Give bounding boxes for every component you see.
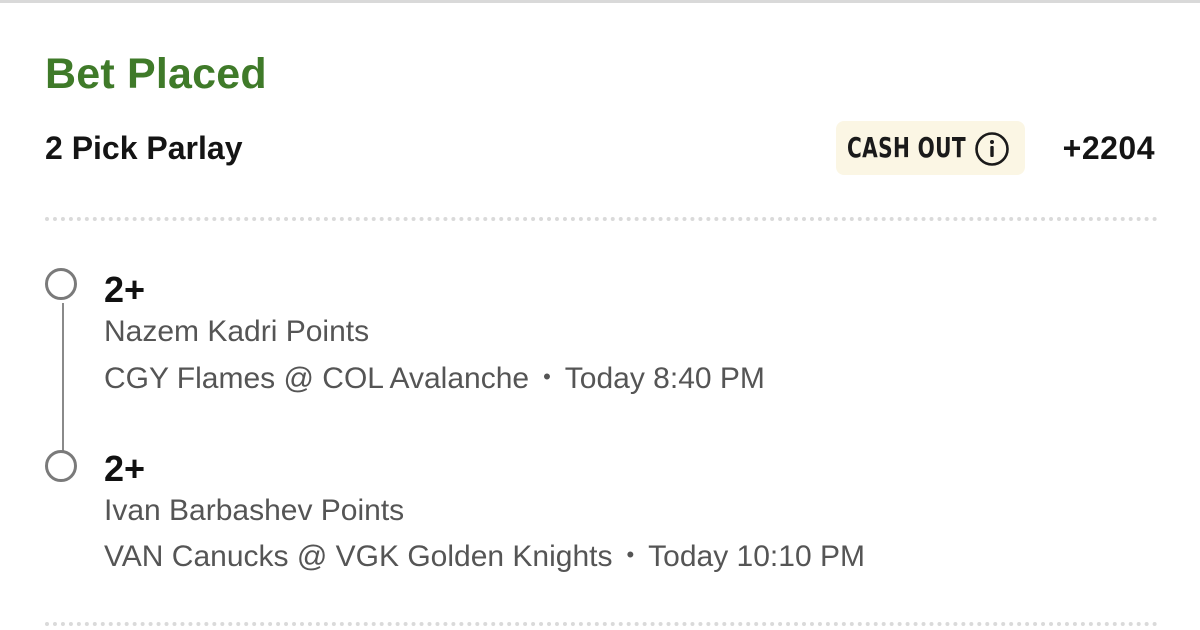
divider [45, 622, 1158, 626]
divider [45, 217, 1158, 221]
separator-dot: • [543, 364, 551, 389]
leg-threshold: 2+ [104, 269, 146, 310]
leg-matchup: CGY Flames @ COL Avalanche [104, 362, 530, 395]
leg-game-info: CGY Flames @ COL Avalanche • Today 8:40 PM [104, 359, 765, 397]
bet-status-title: Bet Placed [45, 50, 267, 98]
leg-status-circle-icon [45, 268, 77, 300]
leg-start-time: Today 10:10 PM [648, 540, 865, 573]
leg-threshold: 2+ [104, 448, 146, 489]
top-border [0, 0, 1200, 3]
leg-start-time: Today 8:40 PM [564, 362, 765, 395]
timeline-connector [62, 303, 64, 451]
cash-out-label: CASH OUT [847, 131, 966, 164]
leg-matchup: VAN Canucks @ VGK Golden Knights [104, 540, 613, 573]
leg-market: Ivan Barbashev Points [104, 494, 405, 527]
parlay-type-label: 2 Pick Parlay [45, 130, 243, 166]
leg-market: Nazem Kadri Points [104, 315, 370, 348]
parlay-odds: +2204 [1062, 130, 1155, 166]
info-icon[interactable] [974, 131, 1010, 167]
leg-game-info: VAN Canucks @ VGK Golden Knights • Today 1… [104, 537, 865, 575]
leg-status-circle-icon [45, 450, 77, 482]
separator-dot: • [626, 542, 635, 567]
